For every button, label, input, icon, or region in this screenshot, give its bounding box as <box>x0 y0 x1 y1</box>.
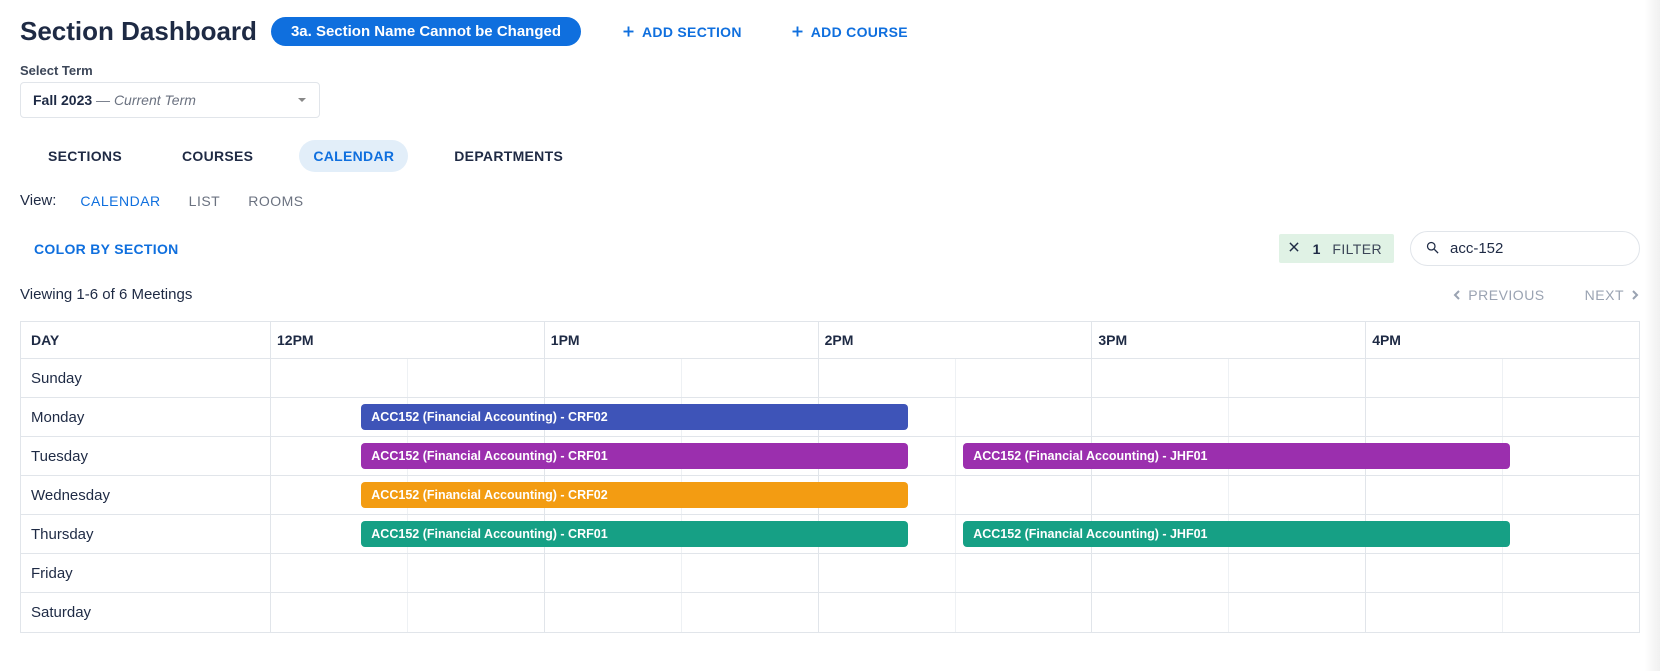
plus-icon <box>621 24 636 39</box>
term-value: Fall 2023 <box>33 92 92 108</box>
filter-chip[interactable]: 1 FILTER <box>1279 234 1394 263</box>
close-icon[interactable] <box>1287 240 1301 257</box>
day-row: TuesdayACC152 (Financial Accounting) - C… <box>21 437 1639 476</box>
tab-sections[interactable]: SECTIONS <box>34 140 136 172</box>
tab-departments[interactable]: DEPARTMENTS <box>440 140 577 172</box>
calendar-event[interactable]: ACC152 (Financial Accounting) - JHF01 <box>963 443 1510 469</box>
search-input[interactable] <box>1448 239 1651 258</box>
day-row: Monday ACC152 (Financial Accounting) - CR… <box>21 398 1639 437</box>
tab-courses[interactable]: COURSES <box>168 140 267 172</box>
day-row: Sunday <box>21 359 1639 398</box>
day-row: Saturday <box>21 593 1639 632</box>
previous-button[interactable]: PREVIOUS <box>1452 287 1544 303</box>
day-header: DAY <box>21 322 271 358</box>
next-label: NEXT <box>1585 287 1624 303</box>
color-by-section-button[interactable]: COLOR BY SECTION <box>20 241 179 257</box>
hour-header: 1PM <box>545 322 819 358</box>
day-label: Monday <box>21 398 271 436</box>
plus-icon <box>790 24 805 39</box>
view-option-calendar[interactable]: CALENDAR <box>80 193 160 209</box>
day-grid: ACC152 (Financial Accounting) - CRF01 ACC… <box>271 515 1639 553</box>
day-grid: ACC152 (Financial Accounting) - CRF02 <box>271 476 1639 514</box>
day-grid: ACC152 (Financial Accounting) - CRF01 ACC… <box>271 437 1639 475</box>
hour-header: 4PM <box>1366 322 1639 358</box>
calendar-event[interactable]: ACC152 (Financial Accounting) - CRF01 <box>361 521 908 547</box>
search-box[interactable] <box>1410 231 1640 266</box>
term-select[interactable]: Fall 2023 — Current Term <box>20 82 320 118</box>
caret-down-icon <box>297 92 307 108</box>
chevron-right-icon <box>1630 290 1640 300</box>
calendar: DAY 12PM1PM2PM3PM4PM SundayMondayACC152 … <box>20 321 1640 633</box>
hour-header: 12PM <box>271 322 545 358</box>
day-row: Wednesday ACC152 (Financial Accounting) -… <box>21 476 1639 515</box>
day-label: Friday <box>21 554 271 592</box>
day-grid: ACC152 (Financial Accounting) - CRF02 <box>271 398 1639 436</box>
day-grid <box>271 554 1639 592</box>
day-row: Friday <box>21 554 1639 593</box>
hour-header: 3PM <box>1092 322 1366 358</box>
filter-count: 1 <box>1313 241 1321 257</box>
view-option-list[interactable]: LIST <box>189 193 221 209</box>
day-grid <box>271 359 1639 397</box>
term-label: Select Term <box>20 63 1640 78</box>
add-course-button[interactable]: ADD COURSE <box>782 20 916 44</box>
next-button[interactable]: NEXT <box>1585 287 1640 303</box>
calendar-event[interactable]: ACC152 (Financial Accounting) - CRF01 <box>361 443 908 469</box>
view-option-rooms[interactable]: ROOMS <box>248 193 303 209</box>
previous-label: PREVIOUS <box>1468 287 1544 303</box>
calendar-event[interactable]: ACC152 (Financial Accounting) - JHF01 <box>963 521 1510 547</box>
search-icon <box>1425 240 1440 258</box>
page-title: Section Dashboard <box>20 16 257 47</box>
calendar-event[interactable]: ACC152 (Financial Accounting) - CRF02 <box>361 482 908 508</box>
day-label: Wednesday <box>21 476 271 514</box>
term-suffix: Current Term <box>114 92 196 108</box>
calendar-header: DAY 12PM1PM2PM3PM4PM <box>21 322 1639 359</box>
pager-summary: Viewing 1-6 of 6 Meetings <box>20 286 192 303</box>
day-label: Tuesday <box>21 437 271 475</box>
chevron-left-icon <box>1452 290 1462 300</box>
day-label: Sunday <box>21 359 271 397</box>
add-section-label: ADD SECTION <box>642 24 742 40</box>
add-course-label: ADD COURSE <box>811 24 908 40</box>
filter-label: FILTER <box>1332 241 1382 257</box>
step-badge: 3a. Section Name Cannot be Changed <box>271 17 581 46</box>
tab-calendar[interactable]: CALENDAR <box>299 140 408 172</box>
day-row: ThursdayACC152 (Financial Accounting) - … <box>21 515 1639 554</box>
day-label: Saturday <box>21 593 271 632</box>
hour-header: 2PM <box>819 322 1093 358</box>
primary-tabs: SECTIONS COURSES CALENDAR DEPARTMENTS <box>20 140 1640 172</box>
view-label: View: <box>20 192 56 209</box>
calendar-event[interactable]: ACC152 (Financial Accounting) - CRF02 <box>361 404 908 430</box>
day-label: Thursday <box>21 515 271 553</box>
add-section-button[interactable]: ADD SECTION <box>613 20 750 44</box>
day-grid <box>271 593 1639 632</box>
